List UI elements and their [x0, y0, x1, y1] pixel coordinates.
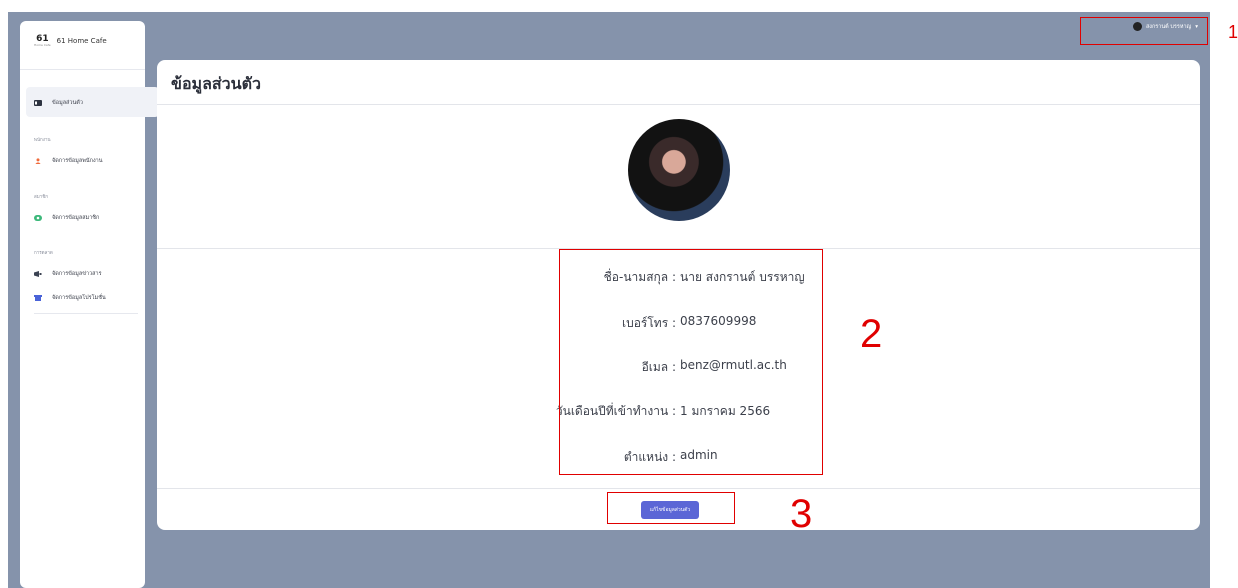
- profile-photo: [628, 119, 730, 221]
- sidebar-item-label: ข้อมูลส่วนตัว: [52, 100, 83, 106]
- page-title: ข้อมูลส่วนตัว: [171, 74, 261, 93]
- sidebar-divider: [20, 69, 145, 70]
- annotation-box-2: [559, 249, 823, 475]
- brand-name: 61 Home Cafe: [56, 37, 107, 45]
- members-icon: [34, 215, 42, 221]
- sidebar-item-label: จัดการข้อมูลสมาชิก: [52, 215, 100, 221]
- sidebar-item-employees[interactable]: จัดการข้อมูลพนักงาน: [34, 157, 102, 165]
- brand[interactable]: 61 Home Cafe 61 Home Cafe: [34, 35, 107, 47]
- section-members: สมาชิก: [34, 195, 49, 200]
- sidebar-item-members[interactable]: จัดการข้อมูลสมาชิก: [34, 214, 99, 222]
- sidebar-item-promotions[interactable]: จัดการข้อมูลโปรโมชั่น: [34, 294, 106, 302]
- card-divider: [157, 104, 1200, 105]
- store-icon: [34, 295, 42, 301]
- sidebar-item-label: จัดการข้อมูลพนักงาน: [52, 158, 103, 164]
- annotation-number-3: 3: [790, 492, 813, 536]
- sidebar-item-label: จัดการข้อมูลโปรโมชั่น: [52, 295, 106, 301]
- annotation-number-2: 2: [860, 312, 883, 356]
- brand-logo-sub: Home Cafe: [34, 43, 51, 47]
- user-icon: [35, 158, 41, 164]
- sidebar-bottom-divider: [34, 313, 138, 314]
- sidebar-item-profile[interactable]: ข้อมูลส่วนตัว: [34, 99, 83, 107]
- sidebar-item-label: จัดการข้อมูลข่าวสาร: [52, 271, 102, 277]
- sidebar: 61 Home Cafe 61 Home Cafe ข้อมูลส่วนตัว …: [20, 21, 159, 588]
- sidebar-item-news[interactable]: จัดการข้อมูลข่าวสาร: [34, 270, 102, 278]
- annotation-box-1: [1080, 17, 1208, 45]
- annotation-box-3: [607, 492, 735, 524]
- id-card-icon: [34, 100, 42, 106]
- annotation-number-1: 1: [1228, 22, 1238, 42]
- section-employees: พนักงาน: [34, 138, 51, 143]
- brand-logo: 61 Home Cafe: [34, 35, 51, 47]
- megaphone-icon: [34, 271, 42, 277]
- card-divider: [157, 488, 1200, 489]
- section-marketing: การตลาด: [34, 251, 53, 256]
